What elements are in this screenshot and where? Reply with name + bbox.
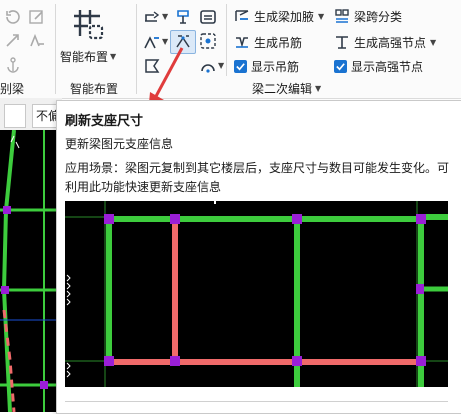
input-box[interactable] — [4, 104, 26, 128]
smart-layout-label: 智能布置 — [60, 50, 109, 64]
smart-layout-group-label: 智能布置 — [70, 82, 119, 96]
anchor-icon[interactable] — [4, 56, 22, 74]
beam-span-classify-label: 梁跨分类 — [354, 9, 403, 24]
group-separator — [55, 4, 56, 94]
haunch-icon — [235, 10, 249, 21]
support-icon[interactable] — [174, 8, 192, 26]
chevron-down-icon[interactable]: ▼ — [162, 12, 168, 21]
left-group-label: 别梁 — [0, 82, 25, 96]
arc-icon[interactable] — [199, 57, 217, 75]
group-separator — [226, 4, 227, 76]
beam-span-classify-button[interactable]: 梁跨分类 — [334, 6, 402, 26]
chevron-down-icon: ▼ — [318, 11, 325, 21]
beam-span-icon[interactable] — [143, 8, 161, 26]
align-icon[interactable] — [4, 32, 22, 50]
chevron-down-icon: ▼ — [110, 52, 117, 61]
beam-edit-group-header: 梁二次编辑 ▼ — [252, 80, 321, 97]
checkbox-checked-icon — [334, 59, 347, 73]
chevron-down-icon[interactable]: ▼ — [315, 84, 321, 93]
tooltip-subtitle: 更新梁图元支座信息 — [65, 137, 174, 151]
ribbon: 别梁 智能布置 ▼ 智能布置 ▼ ▼ ▼ 生成梁加腋 ▼ 梁跨分类 生成吊筋 生… — [0, 0, 461, 99]
beam-layout-preview — [65, 201, 448, 387]
edit-icon[interactable] — [28, 8, 46, 26]
tooltip-title: 刷新支座尺寸 — [65, 114, 144, 129]
drawing-canvas[interactable] — [0, 130, 62, 412]
classify-icon — [335, 9, 349, 23]
tooltip-description: 应用场景：梁图元复制到其它楼层后，支座尺寸与数目可能发生变化。可利用此功能快速更… — [65, 161, 450, 194]
hanger-icon — [236, 37, 248, 48]
canvas-drawing — [0, 130, 62, 412]
chevron-down-icon[interactable]: ▼ — [218, 61, 224, 70]
gen-high-strength-joint-label: 生成高强节点 — [354, 35, 427, 50]
chevron-down-icon: ▼ — [430, 37, 437, 47]
table-icon[interactable] — [199, 8, 217, 26]
selection-icon[interactable] — [199, 32, 217, 50]
joint-icon — [336, 36, 348, 49]
gen-beam-haunch-label: 生成梁加腋 — [254, 9, 315, 24]
show-hanger-bar-label: 显示吊筋 — [251, 59, 300, 74]
offset-icon[interactable] — [28, 32, 46, 50]
tooltip-popup: 刷新支座尺寸 更新梁图元支座信息 应用场景：梁图元复制到其它楼层后，支座尺寸与数… — [56, 100, 461, 414]
beam-edit-group-label: 梁二次编辑 — [252, 82, 313, 96]
show-hanger-bar-checkbox[interactable]: 显示吊筋 — [234, 56, 299, 76]
gen-hanger-bar-button[interactable]: 生成吊筋 — [234, 32, 302, 52]
show-high-strength-joint-label: 显示高强节点 — [351, 59, 424, 74]
gen-hanger-bar-label: 生成吊筋 — [254, 35, 303, 50]
smart-layout-button[interactable]: 智能布置 ▼ — [60, 4, 116, 74]
gen-beam-haunch-button[interactable]: 生成梁加腋 ▼ — [234, 6, 324, 26]
smart-layout-icon — [70, 6, 106, 42]
tooltip-divider — [65, 401, 448, 402]
property-strip: 不偏 — [0, 98, 65, 131]
tooltip-preview-image — [65, 201, 448, 387]
show-high-strength-joint-checkbox[interactable]: 显示高强节点 — [334, 56, 423, 76]
group-separator — [136, 4, 137, 94]
checkbox-checked-icon — [234, 59, 247, 73]
gen-high-strength-joint-button[interactable]: 生成高强节点 ▼ — [334, 32, 436, 52]
rotate-icon[interactable] — [4, 8, 22, 26]
